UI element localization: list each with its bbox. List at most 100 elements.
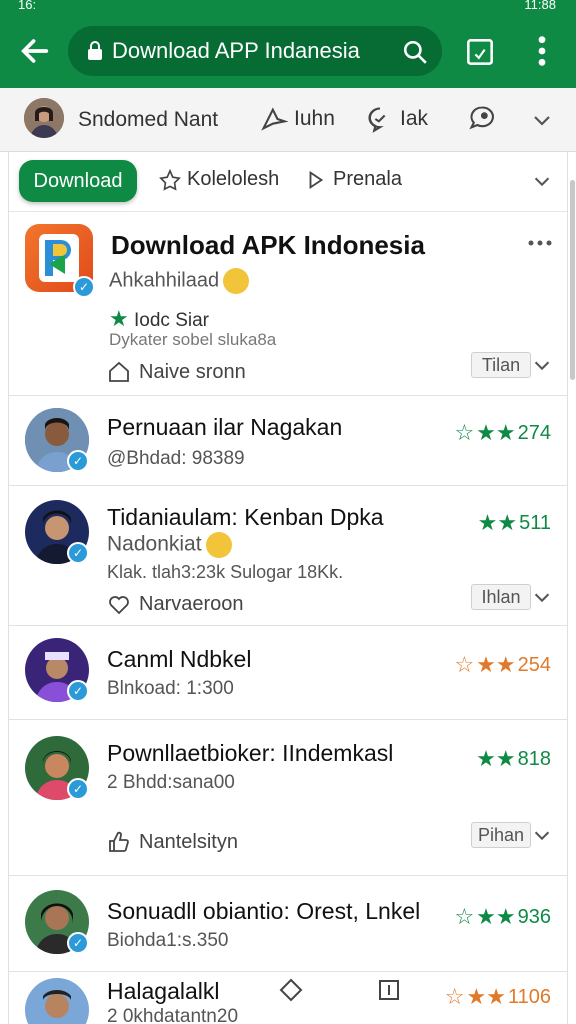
- star-outline-icon: ☆: [454, 420, 475, 445]
- channel-name[interactable]: Sndomed Nant: [78, 108, 218, 132]
- search-icon[interactable]: [402, 39, 428, 65]
- share-icon: [261, 107, 288, 131]
- list-item[interactable]: ✓ Canml Ndbkel Blnkoad: 1:300 ☆ ★★ 254: [9, 626, 567, 720]
- star-outline-icon: ☆: [454, 904, 475, 929]
- diamond-icon[interactable]: [279, 978, 303, 1002]
- rating-value: 254: [517, 653, 551, 676]
- verified-badge-icon: ✓: [67, 680, 89, 702]
- star-outline-icon: ☆: [444, 984, 465, 1009]
- star-icon: ★★: [476, 746, 516, 771]
- rating-value: 936: [517, 905, 551, 928]
- filter-chip-2-label: Prenala: [333, 168, 402, 190]
- item-title[interactable]: Pownllaetbioker: IIndemkasl: [107, 740, 393, 767]
- item-title[interactable]: Pernuaan ilar Nagakan: [107, 414, 342, 441]
- star-icon: ★★: [466, 984, 506, 1009]
- rating-value: 511: [519, 511, 551, 534]
- item-action-label: Narvaeroon: [139, 592, 244, 615]
- featured-app-card[interactable]: ✓ Download APK Indonesia Ahkahhilaad ★ I…: [9, 212, 567, 396]
- featured-meta: Dykater sobel sluka8a: [109, 330, 277, 349]
- item-sub: 2 0khdatantn20: [107, 1006, 239, 1024]
- filter-chip-1-label: Kolelolesh: [187, 168, 280, 190]
- featured-subtitle: Ahkahhilaad: [109, 268, 250, 294]
- item-tag: Nadonkiat: [107, 532, 232, 558]
- item-sub: Biohda1:s.350: [107, 930, 229, 951]
- browser-toolbar: Download APP Indanesia: [0, 14, 576, 88]
- heart-outline-icon: [109, 596, 129, 615]
- list-item[interactable]: ✓ Pownllaetbioker: IIndemkasl 2 Bhdd:san…: [9, 720, 567, 876]
- status-time: 11:88: [524, 0, 556, 12]
- scrollbar[interactable]: [570, 180, 575, 380]
- item-chip[interactable]: Ihlan: [471, 584, 531, 610]
- featured-subtitle-text: Ahkahhilaad: [109, 269, 220, 292]
- featured-action-label: Naive sronn: [139, 360, 246, 383]
- list-item[interactable]: ✓ Tidaniaulam: Kenban Dpka Nadonkiat Kla…: [9, 486, 567, 626]
- item-sub: Klak. tlah3:23k Sulogar 18Kk.: [107, 562, 344, 582]
- rating: ★★ 818: [476, 746, 551, 772]
- item-sub: Blnkoad: 1:300: [107, 678, 234, 699]
- featured-badge-text: Iodc Siar: [134, 310, 209, 331]
- filter-chip-2[interactable]: Prenala: [305, 168, 402, 191]
- rating: ☆ ★★ 254: [454, 652, 551, 678]
- star-icon: ★★: [476, 420, 516, 445]
- comment-icon[interactable]: [468, 104, 496, 132]
- item-sub: @Bhdad: 98389: [107, 448, 245, 469]
- featured-title[interactable]: Download APK Indonesia: [111, 230, 425, 261]
- status-bar: 16: 11:88: [0, 0, 576, 14]
- chevron-down-icon[interactable]: [531, 354, 553, 376]
- status-left: 16:: [18, 0, 37, 12]
- stop-icon[interactable]: [377, 978, 401, 1002]
- channel-action-2[interactable]: Iak: [366, 104, 428, 134]
- chevron-down-icon[interactable]: [531, 170, 553, 192]
- item-chip[interactable]: Pihan: [471, 822, 531, 848]
- list-item[interactable]: ✓ Pernuaan ilar Nagakan @Bhdad: 98389 ☆ ★…: [9, 396, 567, 486]
- rating-value: 818: [517, 747, 551, 770]
- lock-icon: [88, 41, 102, 60]
- back-arrow-icon[interactable]: [18, 34, 52, 68]
- thumbs-up-icon: [109, 831, 129, 852]
- channel-avatar[interactable]: [24, 98, 64, 138]
- list-item[interactable]: Halagalalkl 2 0khdatantn20 ☆ ★★ 1106: [9, 972, 567, 1024]
- more-vert-icon[interactable]: [528, 34, 556, 68]
- address-bar[interactable]: Download APP Indanesia: [68, 26, 442, 76]
- item-title[interactable]: Tidaniaulam: Kenban Dpka: [107, 504, 384, 531]
- verified-badge-icon: ✓: [67, 932, 89, 954]
- item-action[interactable]: Narvaeroon: [107, 592, 244, 616]
- rating: ★★ 511: [478, 510, 551, 536]
- featured-action[interactable]: Naive sronn: [107, 360, 246, 384]
- more-horiz-icon[interactable]: [527, 238, 553, 248]
- rating: ☆ ★★ 936: [454, 904, 551, 930]
- channel-bar: Sndomed Nant Iuhn Iak: [0, 88, 576, 152]
- channel-action-1[interactable]: Iuhn: [260, 104, 335, 134]
- featured-chip[interactable]: Tilan: [471, 352, 531, 378]
- filter-row: Download Kolelolesh Prenala: [9, 152, 567, 212]
- featured-badge: ★ Iodc Siar: [109, 306, 209, 332]
- star-outline-icon: [159, 168, 181, 191]
- item-title[interactable]: Halagalalkl: [107, 978, 220, 1005]
- filter-download-button[interactable]: Download: [19, 160, 137, 202]
- item-title[interactable]: Canml Ndbkel: [107, 646, 251, 673]
- filter-chip-1[interactable]: Kolelolesh: [159, 168, 279, 191]
- star-icon: ★★: [476, 652, 516, 677]
- item-title[interactable]: Sonuadll obiantio: Orest, Lnkel: [107, 898, 420, 925]
- item-action[interactable]: Nantelsityn: [107, 830, 238, 854]
- rating: ☆ ★★ 1106: [445, 984, 551, 1010]
- chevron-down-icon[interactable]: [531, 824, 553, 846]
- star-icon: ★★: [476, 904, 516, 929]
- emoji-icon: [223, 268, 250, 294]
- avatar: [25, 978, 89, 1024]
- channel-action-1-label: Iuhn: [294, 107, 335, 130]
- star-icon: ★★: [477, 510, 518, 535]
- rating-value: 274: [517, 421, 551, 444]
- verified-badge-icon: ✓: [73, 276, 95, 298]
- rating-value: 1106: [507, 985, 551, 1008]
- chevron-down-icon[interactable]: [530, 108, 554, 132]
- verified-badge-icon: ✓: [67, 542, 89, 564]
- list-item[interactable]: ✓ Sonuadll obiantio: Orest, Lnkel Biohda…: [9, 876, 567, 972]
- address-text: Download APP Indanesia: [112, 38, 360, 63]
- star-outline-icon: ☆: [454, 652, 475, 677]
- channel-action-2-label: Iak: [400, 107, 429, 130]
- verified-badge-icon: ✓: [67, 450, 89, 472]
- chevron-down-icon[interactable]: [531, 586, 553, 608]
- verified-badge-icon: ✓: [67, 778, 89, 800]
- tabs-icon[interactable]: [466, 38, 494, 66]
